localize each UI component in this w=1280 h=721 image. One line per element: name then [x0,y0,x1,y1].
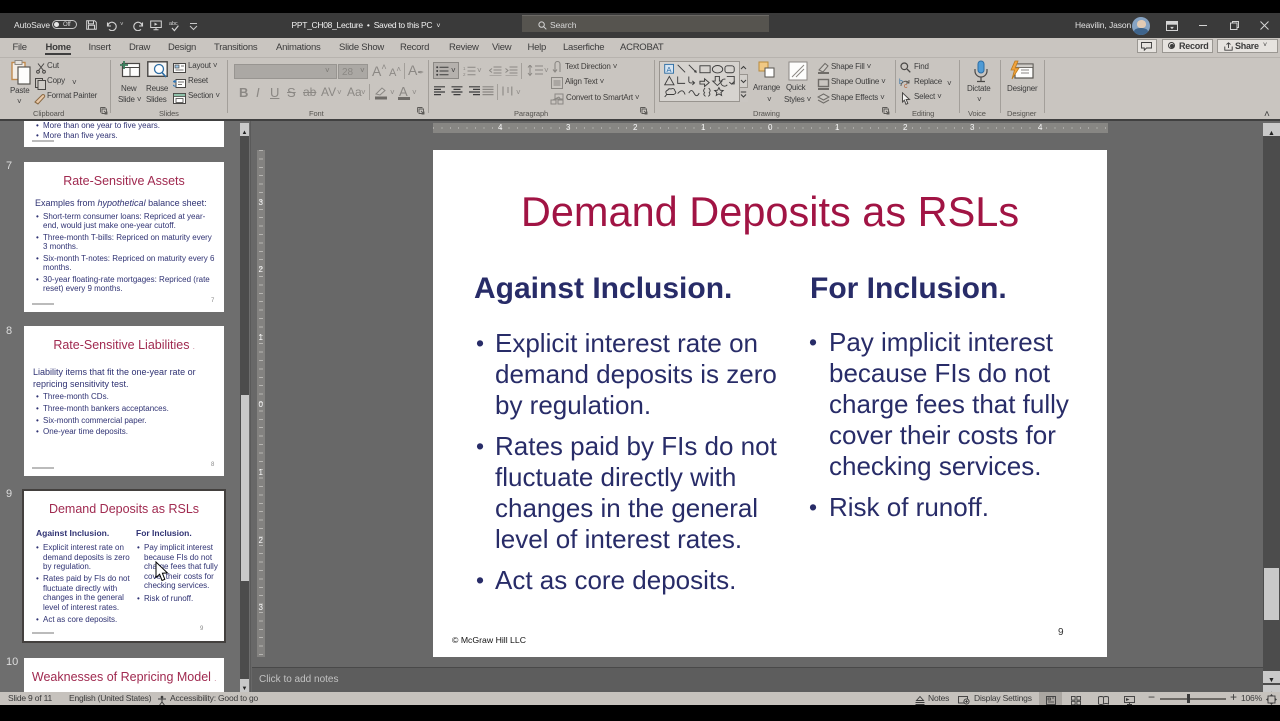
svg-text:abc: abc [169,21,178,27]
svg-text:2: 2 [463,72,466,76]
svg-text:1: 1 [463,66,466,71]
svg-text:c: c [904,83,908,89]
svg-text:A: A [667,64,672,73]
